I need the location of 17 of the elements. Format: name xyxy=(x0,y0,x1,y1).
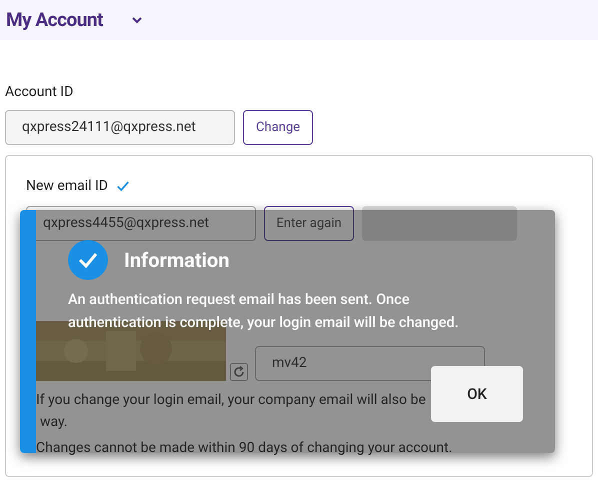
refresh-icon[interactable] xyxy=(230,363,248,381)
dialog-title: Information xyxy=(124,247,230,274)
enter-again-button[interactable]: Enter again xyxy=(264,206,354,241)
account-id-field[interactable]: qxpress24111@qxpress.net xyxy=(5,110,235,145)
notice-text: Changes cannot be made within 90 days of changing your account. xyxy=(36,439,452,458)
chevron-down-icon[interactable] xyxy=(130,16,143,24)
page-title: My Account xyxy=(6,6,103,33)
dialog-message: An authentication request email has been sent. Once authentication is complete, your login email will be changed. xyxy=(67,290,460,333)
new-email-field[interactable]: qxpress4455@qxpress.net xyxy=(26,206,256,241)
new-email-label: New email ID xyxy=(26,176,108,196)
notice-text: If you change your login email, your company email will also be xyxy=(36,391,426,410)
send-button[interactable] xyxy=(362,206,517,241)
change-button[interactable]: Change xyxy=(243,110,313,145)
ok-button[interactable]: OK xyxy=(431,366,523,422)
check-circle-icon xyxy=(68,240,108,280)
account-id-label: Account ID xyxy=(5,83,74,102)
notice-text: way. xyxy=(40,413,68,432)
